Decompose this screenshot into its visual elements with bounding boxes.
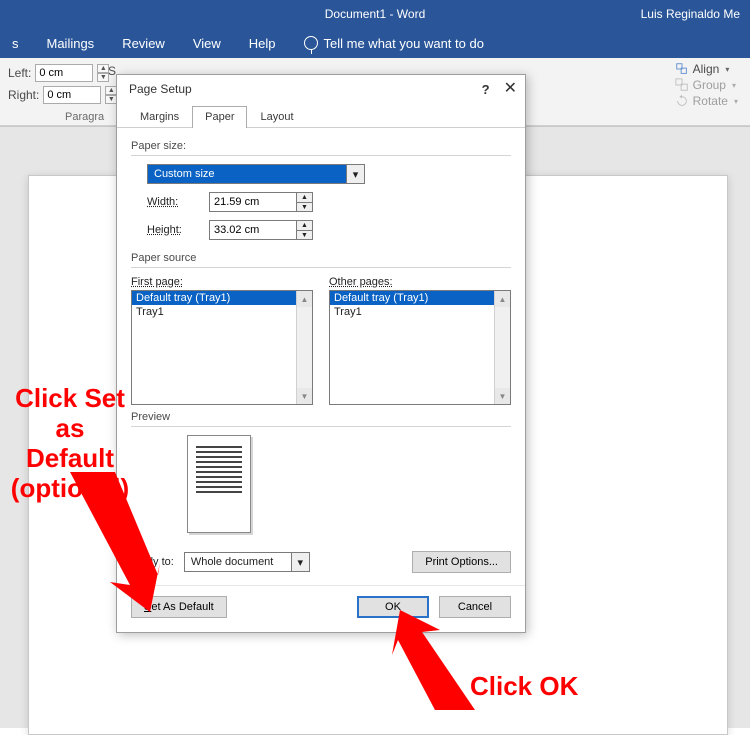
- ribbon-tab-review[interactable]: Review: [122, 36, 165, 51]
- indent-left-label: Left:: [8, 66, 31, 80]
- rotate-label: Rotate: [693, 94, 728, 108]
- arrange-group: Align ▾ Group ▾ Rotate ▾: [675, 62, 738, 108]
- ribbon-tabs: s Mailings Review View Help Tell me what…: [0, 28, 750, 58]
- align-label: Align: [693, 62, 720, 76]
- other-pages-listbox[interactable]: Default tray (Tray1) Tray1 ▲▼: [329, 290, 511, 405]
- tab-margins[interactable]: Margins: [127, 106, 192, 128]
- apply-to-dropdown-button[interactable]: ▾: [292, 552, 310, 572]
- indent-right-label: Right:: [8, 88, 39, 102]
- height-spinner[interactable]: ▲▼: [297, 220, 313, 240]
- paper-size-label: Paper size:: [131, 140, 511, 152]
- paper-size-dropdown-button[interactable]: ▾: [347, 164, 365, 184]
- rotate-icon: [675, 94, 689, 108]
- list-item[interactable]: Tray1: [330, 305, 510, 319]
- ribbon-tab-partial[interactable]: s: [12, 36, 19, 51]
- page-setup-dialog: Page Setup ? ✕ Margins Paper Layout Pape…: [116, 74, 526, 633]
- indent-right-input[interactable]: [43, 86, 101, 104]
- tell-me-label: Tell me what you want to do: [324, 36, 484, 51]
- align-icon: [675, 62, 689, 76]
- arrow-to-set-default: [50, 472, 160, 612]
- apply-to-value: Whole document: [184, 552, 292, 572]
- tab-paper[interactable]: Paper: [192, 106, 247, 128]
- paragraph-group-label: Paragra: [65, 111, 104, 123]
- indent-left-input[interactable]: [35, 64, 93, 82]
- first-page-label: First page:: [131, 276, 183, 288]
- dialog-close-button[interactable]: ✕: [504, 81, 517, 97]
- dialog-help-button[interactable]: ?: [482, 82, 490, 97]
- ribbon-tab-help[interactable]: Help: [249, 36, 276, 51]
- align-menu[interactable]: Align ▾: [675, 62, 738, 76]
- dialog-tabs: Margins Paper Layout: [117, 105, 525, 128]
- rotate-menu[interactable]: Rotate ▾: [675, 94, 738, 108]
- print-options-button[interactable]: Print Options...: [412, 551, 511, 573]
- other-pages-label: Other pages:: [329, 276, 393, 288]
- height-input[interactable]: [209, 220, 297, 240]
- paper-size-value: Custom size: [147, 164, 347, 184]
- group-icon: [675, 78, 689, 92]
- dialog-titlebar[interactable]: Page Setup ? ✕: [117, 75, 525, 103]
- preview-page: [187, 435, 251, 533]
- paper-source-label: Paper source: [131, 252, 511, 264]
- dialog-title: Page Setup: [129, 82, 192, 96]
- width-spinner[interactable]: ▲▼: [297, 192, 313, 212]
- width-label: Width:: [147, 196, 195, 208]
- group-label: Group: [693, 78, 726, 92]
- scrollbar[interactable]: ▲▼: [494, 291, 510, 404]
- tell-me-search[interactable]: Tell me what you want to do: [304, 36, 484, 51]
- tab-layout[interactable]: Layout: [247, 106, 306, 128]
- preview-label: Preview: [131, 411, 511, 423]
- group-menu[interactable]: Group ▾: [675, 78, 738, 92]
- list-item[interactable]: Tray1: [132, 305, 312, 319]
- spacing-label-partial: S: [108, 64, 116, 78]
- caret-icon: ▾: [725, 65, 729, 74]
- width-input[interactable]: [209, 192, 297, 212]
- ribbon-tab-mailings[interactable]: Mailings: [47, 36, 95, 51]
- apply-to-select[interactable]: Whole document ▾: [184, 552, 310, 572]
- scrollbar[interactable]: ▲▼: [296, 291, 312, 404]
- list-item[interactable]: Default tray (Tray1): [330, 291, 510, 305]
- document-title: Document1 - Word: [325, 7, 425, 21]
- ribbon-tab-view[interactable]: View: [193, 36, 221, 51]
- user-name: Luis Reginaldo Me: [641, 7, 740, 21]
- lightbulb-icon: [304, 36, 318, 50]
- title-bar: Document1 - Word Luis Reginaldo Me: [0, 0, 750, 28]
- height-label: Height:: [147, 224, 195, 236]
- indent-group: Left: ▲▼ Right: ▲▼: [8, 64, 117, 104]
- caret-icon: ▾: [734, 97, 738, 106]
- first-page-listbox[interactable]: Default tray (Tray1) Tray1 ▲▼: [131, 290, 313, 405]
- caret-icon: ▾: [732, 81, 736, 90]
- paper-size-combo[interactable]: Custom size ▾: [147, 164, 511, 184]
- arrow-to-ok: [390, 610, 490, 710]
- list-item[interactable]: Default tray (Tray1): [132, 291, 312, 305]
